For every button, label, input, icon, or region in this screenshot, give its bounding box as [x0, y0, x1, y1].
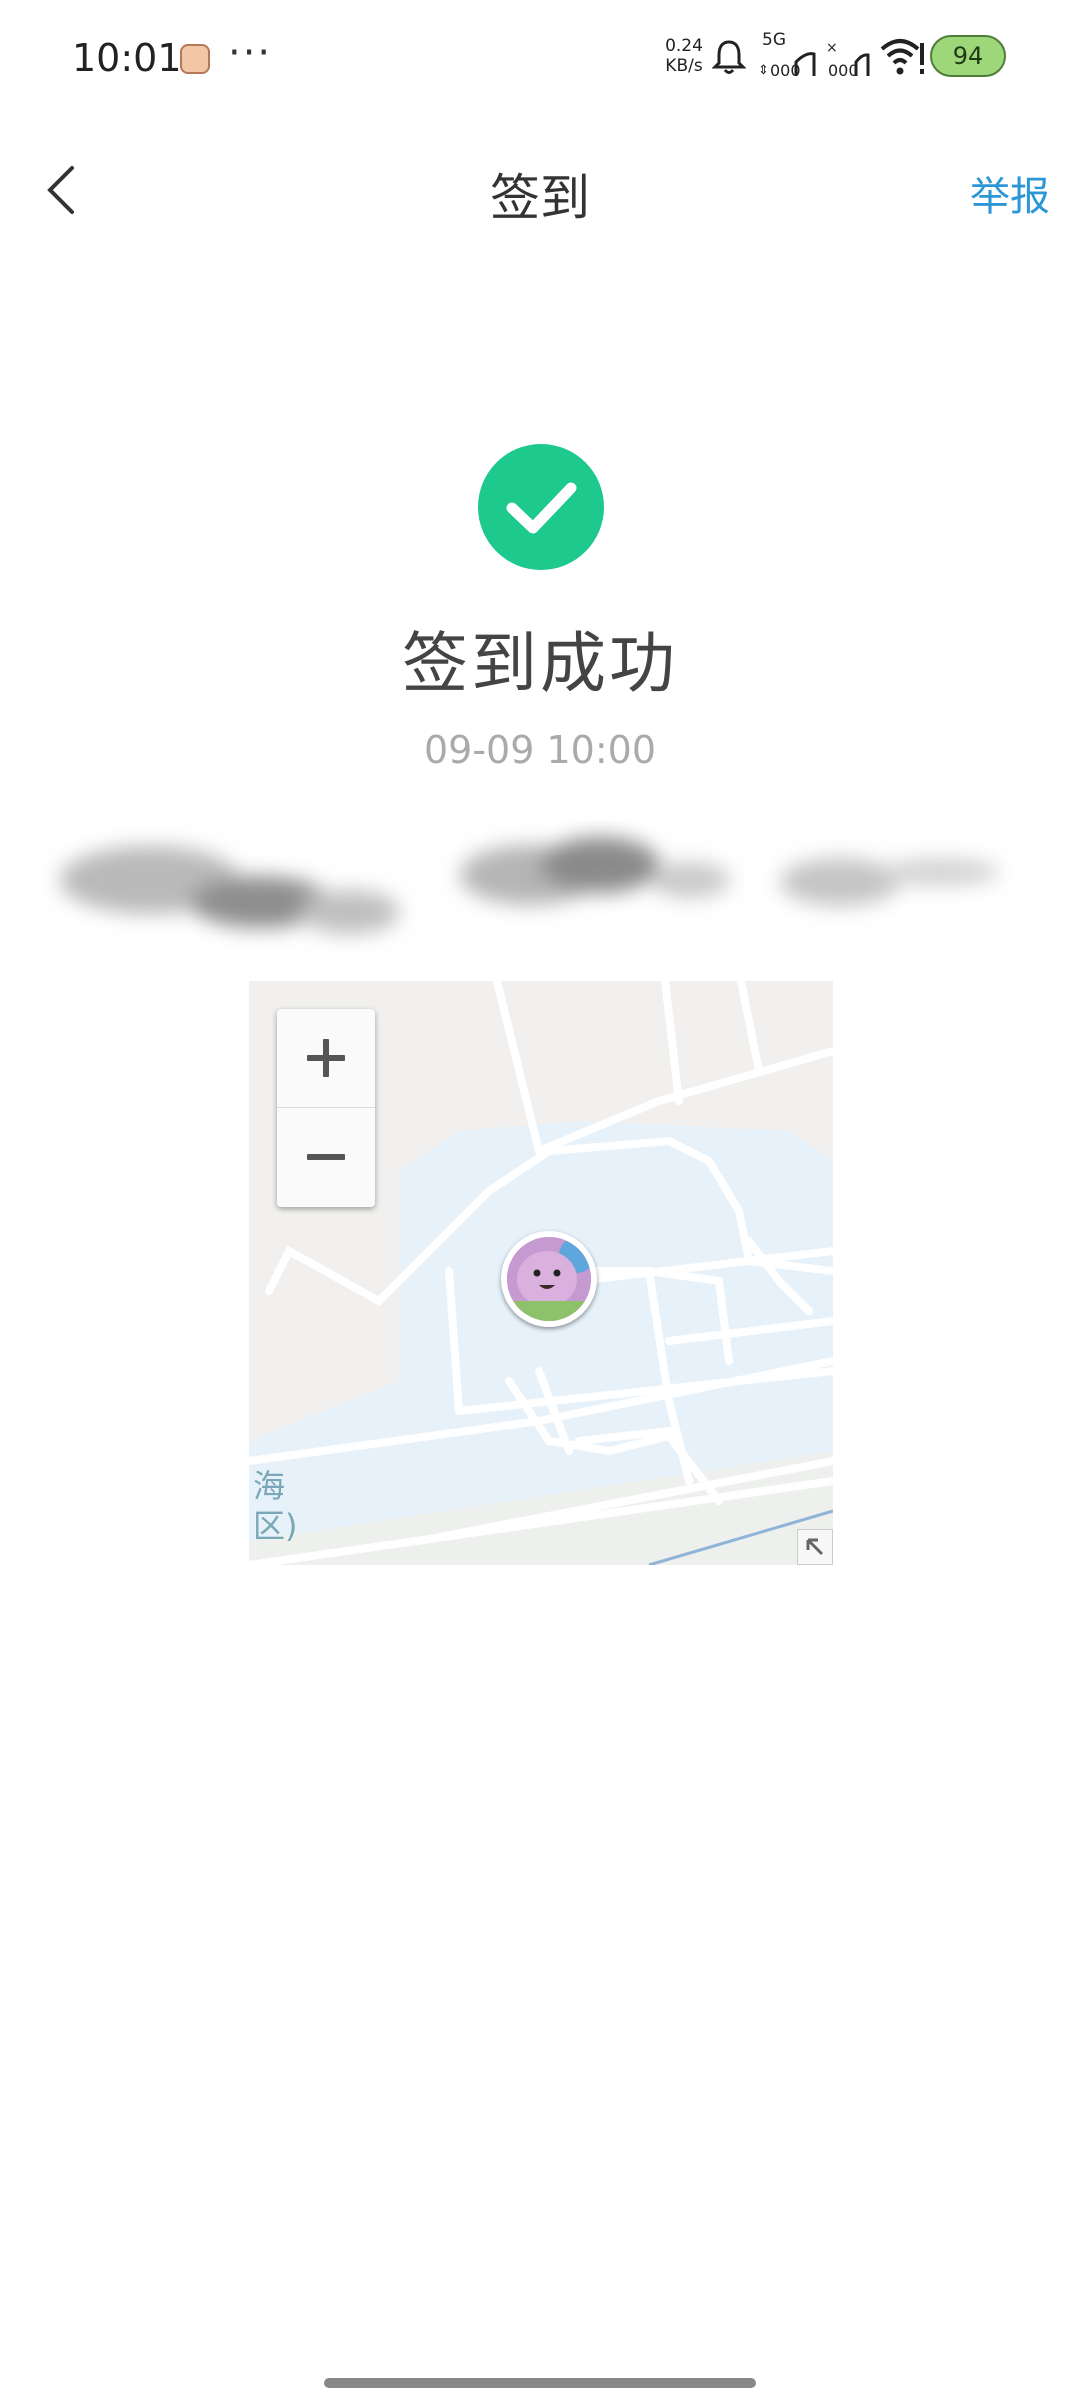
network-speed: 0.24 KB/s — [662, 36, 706, 76]
status-bar: 10:01 ··· 0.24 KB/s 5G ⇕ 000 × 000 94 — [0, 0, 1080, 120]
map-label-line2: 区) — [253, 1507, 298, 1545]
signal-sim2-icon: × 000 — [826, 40, 870, 80]
net-speed-value: 0.24 — [665, 36, 703, 56]
signal-5g-icon: 5G ⇕ 000 — [756, 30, 816, 82]
page-title: 签到 — [490, 169, 590, 227]
success-title: 签到成功 — [402, 625, 678, 702]
blurred-address — [60, 837, 1000, 934]
expand-icon — [806, 1538, 824, 1556]
zoom-control — [277, 1009, 375, 1207]
battery-icon: 94 — [930, 35, 1006, 77]
location-map[interactable]: 海 区) — [249, 981, 833, 1565]
map-place-label: 海 区) — [253, 1466, 298, 1546]
home-indicator[interactable] — [324, 2378, 756, 2388]
map-label-line1: 海 — [253, 1467, 286, 1505]
app-notification-icon — [180, 44, 210, 74]
report-button[interactable]: 举报 — [970, 164, 1050, 222]
nav-bar: 签到 举报 — [0, 140, 1080, 240]
avatar — [507, 1237, 591, 1321]
net-speed-unit: KB/s — [665, 56, 703, 76]
svg-text:000: 000 — [828, 61, 859, 80]
zoom-in-button[interactable] — [277, 1009, 375, 1108]
checkin-time: 09-09 10:00 — [423, 728, 656, 772]
status-icons: 5G ⇕ 000 × 000 — [712, 30, 928, 82]
wifi-icon — [880, 39, 924, 75]
svg-text:⇕: ⇕ — [758, 63, 769, 78]
svg-text:×: × — [826, 40, 838, 56]
zoom-out-button[interactable] — [277, 1108, 375, 1206]
location-marker[interactable] — [501, 1231, 597, 1327]
check-circle-icon — [478, 444, 604, 570]
bell-icon — [712, 40, 746, 74]
more-notifications-icon: ··· — [228, 30, 273, 76]
expand-map-button[interactable] — [797, 1529, 833, 1565]
status-time: 10:01 — [72, 36, 182, 80]
